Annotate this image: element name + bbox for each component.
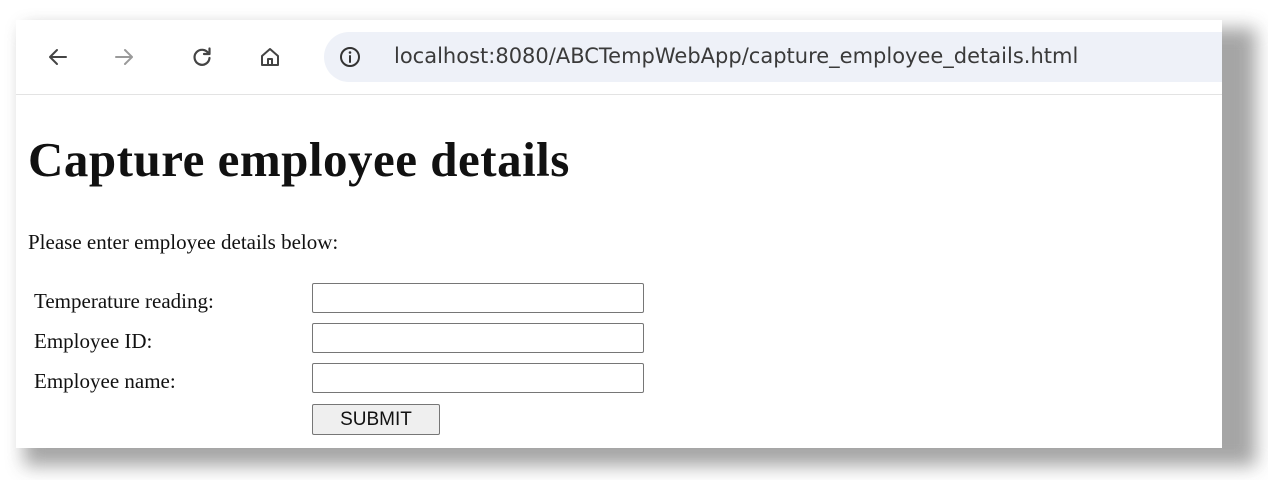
temperature-input[interactable] [312, 283, 644, 313]
home-button[interactable] [252, 39, 288, 75]
forward-button[interactable] [106, 39, 142, 75]
employee-id-input[interactable] [312, 323, 644, 353]
home-icon [261, 48, 279, 66]
reload-button[interactable] [184, 39, 220, 75]
employee-id-label: Employee ID: [34, 329, 153, 353]
page-title: Capture employee details [28, 132, 570, 187]
url-text: localhost:8080/ABCTempWebApp/capture_emp… [394, 44, 1079, 68]
instructions-text: Please enter employee details below: [28, 230, 339, 254]
browser-window: localhost:8080/ABCTempWebApp/capture_emp… [16, 20, 1222, 448]
temperature-label: Temperature reading: [34, 289, 214, 313]
info-icon[interactable] [338, 45, 362, 69]
browser-toolbar: localhost:8080/ABCTempWebApp/capture_emp… [16, 20, 1222, 95]
submit-button[interactable]: SUBMIT [312, 404, 440, 435]
employee-name-label: Employee name: [34, 369, 176, 393]
reload-icon [193, 47, 211, 66]
arrow-right-icon [115, 49, 133, 65]
employee-name-input[interactable] [312, 363, 644, 393]
address-bar[interactable]: localhost:8080/ABCTempWebApp/capture_emp… [324, 32, 1222, 82]
arrow-left-icon [49, 49, 67, 65]
back-button[interactable] [40, 39, 76, 75]
